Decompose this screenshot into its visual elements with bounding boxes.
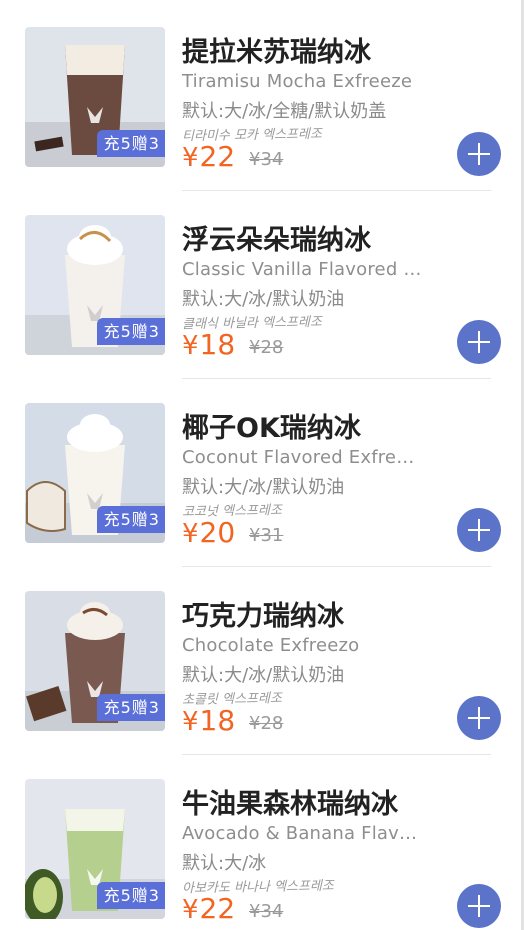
product-name-en: Chocolate Exfreezo [182, 635, 360, 656]
product-spec: 默认:大/冰/全糖/默认奶盖 [182, 101, 387, 122]
price-value: 20 [199, 516, 236, 549]
price-value: 18 [199, 328, 236, 361]
currency-symbol: ¥ [182, 331, 199, 361]
product-name: 巧克力瑞纳冰 [182, 601, 344, 632]
product-image[interactable]: 充5赠3 [25, 779, 165, 919]
promo-badge: 充5赠3 [96, 882, 165, 909]
add-to-cart-button[interactable] [457, 132, 501, 176]
price-value: 22 [199, 140, 236, 173]
product-price: ¥22 [182, 892, 235, 925]
product-list: 充5赠3 提拉米苏瑞纳冰 Tiramisu Mocha Exfreeze 默认:… [0, 0, 524, 930]
promo-badge: 充5赠3 [96, 130, 165, 157]
product-image[interactable]: 充5赠3 [25, 591, 165, 731]
add-to-cart-button[interactable] [457, 508, 501, 552]
list-item[interactable]: 充5赠3 巧克力瑞纳冰 Chocolate Exfreezo 默认:大/冰/默认… [0, 564, 524, 755]
product-image[interactable]: 充5赠3 [25, 27, 165, 167]
product-name-en: Tiramisu Mocha Exfreeze [182, 71, 413, 92]
add-to-cart-button[interactable] [457, 884, 501, 928]
add-to-cart-button[interactable] [457, 696, 501, 740]
product-spec: 默认:大/冰 [182, 853, 267, 874]
price-value: 18 [199, 704, 236, 737]
currency-symbol: ¥ [182, 707, 199, 737]
promo-badge: 充5赠3 [96, 694, 165, 721]
list-item[interactable]: 充5赠3 牛油果森林瑞纳冰 Avocado & Banana Flavored … [0, 752, 524, 930]
product-name: 椰子OK瑞纳冰 [182, 413, 361, 444]
original-price: ¥34 [249, 901, 284, 922]
price-value: 22 [199, 892, 236, 925]
product-name-en: Avocado & Banana Flavored Exfreezo [182, 823, 422, 844]
promo-badge: 充5赠3 [96, 506, 165, 533]
add-to-cart-button[interactable] [457, 320, 501, 364]
product-spec: 默认:大/冰/默认奶油 [182, 289, 345, 310]
product-spec: 默认:大/冰/默认奶油 [182, 477, 345, 498]
original-price: ¥31 [249, 525, 284, 546]
original-price: ¥28 [249, 713, 284, 734]
product-image[interactable]: 充5赠3 [25, 403, 165, 543]
original-price: ¥34 [249, 149, 284, 170]
product-price: ¥18 [182, 328, 235, 361]
product-name-en: Classic Vanilla Flavored Exfreezo [182, 259, 422, 280]
currency-symbol: ¥ [182, 143, 199, 173]
product-name: 牛油果森林瑞纳冰 [182, 789, 398, 820]
product-image[interactable]: 充5赠3 [25, 215, 165, 355]
product-name-en: Coconut Flavored Exfreezo [182, 447, 422, 468]
product-price: ¥20 [182, 516, 235, 549]
currency-symbol: ¥ [182, 519, 199, 549]
list-item[interactable]: 充5赠3 椰子OK瑞纳冰 Coconut Flavored Exfreezo 默… [0, 376, 524, 567]
promo-badge: 充5赠3 [96, 318, 165, 345]
product-spec: 默认:大/冰/默认奶油 [182, 665, 345, 686]
list-item[interactable]: 充5赠3 提拉米苏瑞纳冰 Tiramisu Mocha Exfreeze 默认:… [0, 0, 524, 191]
product-name: 提拉米苏瑞纳冰 [182, 37, 371, 68]
product-price: ¥18 [182, 704, 235, 737]
original-price: ¥28 [249, 337, 284, 358]
product-price: ¥22 [182, 140, 235, 173]
list-item[interactable]: 充5赠3 浮云朵朵瑞纳冰 Classic Vanilla Flavored Ex… [0, 188, 524, 379]
product-name: 浮云朵朵瑞纳冰 [182, 225, 371, 256]
currency-symbol: ¥ [182, 895, 199, 925]
